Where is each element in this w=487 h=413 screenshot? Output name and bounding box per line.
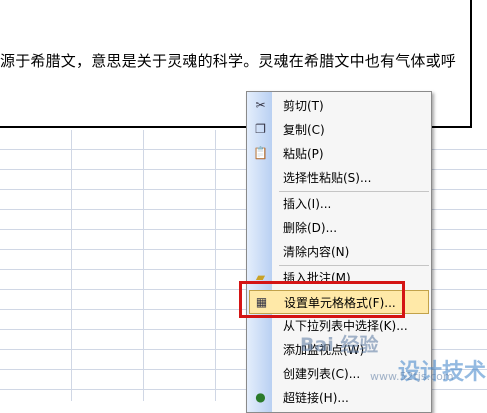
menu-item-label: 从下拉列表中选择(K)... (283, 319, 408, 333)
menu-item-label: 删除(D)... (283, 221, 338, 235)
menu-item-paste-special[interactable]: 选择性粘贴(S)... (247, 166, 431, 190)
menu-item-label: 复制(C) (283, 123, 325, 137)
menu-item-label: 添加监视点(W) (283, 343, 365, 357)
menu-item-clear-contents[interactable]: 清除内容(N) (247, 240, 431, 264)
menu-item-insert[interactable]: 插入(I)... (247, 192, 431, 216)
paste-icon: 📋 (253, 146, 268, 160)
menu-item-paste[interactable]: 📋 粘贴(P) (247, 142, 431, 166)
menu-item-label: 粘贴(P) (283, 147, 324, 161)
menu-item-cut[interactable]: ✂ 剪切(T) (247, 94, 431, 118)
menu-item-label: 创建列表(C)... (283, 367, 361, 381)
menu-item-insert-comment[interactable]: ▰ 插入批注(M) (247, 266, 431, 290)
menu-item-label: 超链接(H)... (283, 391, 349, 405)
menu-item-label: 选择性粘贴(S)... (283, 171, 372, 185)
menu-item-label: 清除内容(N) (283, 245, 350, 259)
scissors-icon: ✂ (255, 98, 266, 112)
menu-item-label: 插入批注(M) (283, 271, 351, 285)
copy-icon: ❐ (255, 122, 266, 136)
menu-item-label: 设置单元格格式(F)... (284, 296, 396, 310)
menu-item-pick-from-list[interactable]: 从下拉列表中选择(K)... (247, 314, 431, 338)
menu-item-delete[interactable]: 删除(D)... (247, 216, 431, 240)
menu-item-label: 插入(I)... (283, 197, 332, 211)
cell-text: 源于希腊文，意思是关于灵魂的科学。灵魂在希腊文中也有气体或呼 (0, 52, 457, 70)
grid-right-strip (472, 0, 487, 130)
context-menu: ✂ 剪切(T) ❐ 复制(C) 📋 粘贴(P) 选择性粘贴(S)... 插入(I… (246, 91, 432, 413)
menu-item-label: 剪切(T) (283, 99, 324, 113)
comment-icon: ▰ (255, 270, 266, 284)
format-cells-icon: ▦ (255, 295, 268, 309)
menu-item-create-list[interactable]: 创建列表(C)... (247, 362, 431, 386)
menu-item-add-watch[interactable]: 添加监视点(W) (247, 338, 431, 362)
menu-item-copy[interactable]: ❐ 复制(C) (247, 118, 431, 142)
hyperlink-icon: ● (255, 390, 266, 404)
menu-item-hyperlink[interactable]: ● 超链接(H)... (247, 386, 431, 410)
menu-item-format-cells[interactable]: ▦ 设置单元格格式(F)... (249, 290, 429, 314)
